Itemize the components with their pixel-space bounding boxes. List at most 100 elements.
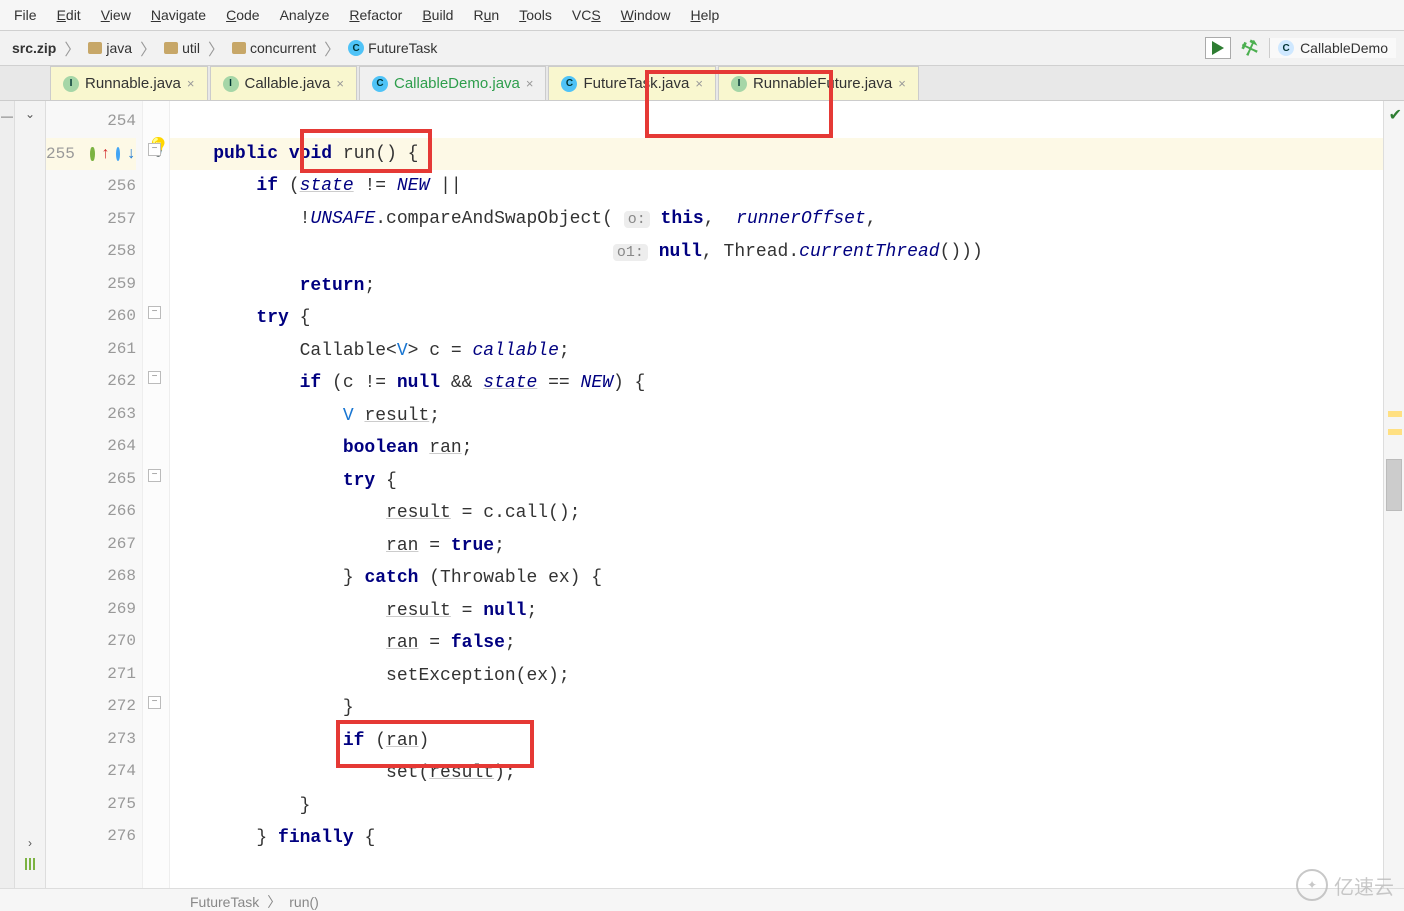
line-number[interactable]: 271 bbox=[46, 658, 136, 691]
fold-toggle[interactable]: − bbox=[148, 143, 161, 156]
menu-vcs[interactable]: VCS bbox=[564, 4, 609, 26]
structure-icon[interactable] bbox=[25, 858, 35, 870]
fold-toggle[interactable]: − bbox=[148, 696, 161, 709]
arrow-up-icon: ↑ bbox=[101, 138, 111, 171]
line-number[interactable]: 270 bbox=[46, 625, 136, 658]
line-number-gutter: 254255 ↑↓2562572582592602612622632642652… bbox=[46, 101, 143, 888]
tab-runnablefuture[interactable]: I RunnableFuture.java × bbox=[718, 66, 919, 100]
crumb-java[interactable]: java bbox=[84, 38, 136, 58]
play-icon bbox=[1212, 41, 1224, 55]
line-number[interactable]: 260 bbox=[46, 300, 136, 333]
close-icon[interactable]: × bbox=[336, 76, 344, 91]
breadcrumbs: src.zip 〉 java 〉 util 〉 concurrent 〉 C F… bbox=[8, 36, 441, 60]
right-marker-bar[interactable]: ✔ bbox=[1383, 101, 1404, 888]
line-number[interactable]: 276 bbox=[46, 820, 136, 853]
nav-bar: src.zip 〉 java 〉 util 〉 concurrent 〉 C F… bbox=[0, 31, 1404, 66]
tab-callabledemo[interactable]: C CallableDemo.java × bbox=[359, 66, 547, 100]
code-editor[interactable]: public void run() { if (state != NEW || … bbox=[170, 101, 1404, 888]
folder-icon bbox=[164, 42, 178, 54]
line-number[interactable]: 267 bbox=[46, 528, 136, 561]
line-number[interactable]: 269 bbox=[46, 593, 136, 626]
chevron-right-icon: 〉 bbox=[322, 36, 342, 60]
line-number[interactable]: 272 bbox=[46, 690, 136, 723]
editor-tabs: I Runnable.java × I Callable.java × C Ca… bbox=[0, 66, 1404, 101]
code-area[interactable]: public void run() { if (state != NEW || … bbox=[170, 101, 1404, 888]
globe-icon: ✦ bbox=[1296, 869, 1328, 901]
crumb-futuretask[interactable]: C FutureTask bbox=[344, 38, 441, 58]
crumb-util[interactable]: util bbox=[160, 38, 204, 58]
menu-code[interactable]: Code bbox=[218, 4, 267, 26]
class-icon: C bbox=[1278, 40, 1294, 56]
line-number[interactable]: 266 bbox=[46, 495, 136, 528]
warning-marker[interactable] bbox=[1388, 429, 1402, 435]
crumb-srczip[interactable]: src.zip bbox=[8, 38, 60, 58]
menu-build[interactable]: Build bbox=[414, 4, 461, 26]
line-number[interactable]: 265 bbox=[46, 463, 136, 496]
line-number[interactable]: 273 bbox=[46, 723, 136, 756]
active-line[interactable]: public void run() { bbox=[170, 138, 1404, 171]
chevron-right-icon: 〉 bbox=[138, 36, 158, 60]
build-icon[interactable]: ⚒ bbox=[1237, 33, 1262, 63]
fold-toggle[interactable]: − bbox=[148, 469, 161, 482]
implements-icon[interactable] bbox=[116, 147, 120, 161]
line-number[interactable]: 264 bbox=[46, 430, 136, 463]
warning-marker[interactable] bbox=[1388, 411, 1402, 417]
menu-tools[interactable]: Tools bbox=[511, 4, 560, 26]
menu-view[interactable]: View bbox=[93, 4, 139, 26]
status-crumb-class[interactable]: FutureTask bbox=[190, 894, 259, 910]
watermark: ✦ 亿速云 bbox=[1296, 869, 1394, 901]
class-icon: C bbox=[561, 76, 577, 92]
menu-window[interactable]: Window bbox=[613, 4, 679, 26]
line-number[interactable]: 274 bbox=[46, 755, 136, 788]
line-number[interactable]: 275 bbox=[46, 788, 136, 821]
fold-gutter: 💡 − − − − − bbox=[143, 101, 170, 888]
interface-icon: I bbox=[731, 76, 747, 92]
check-icon: ✔ bbox=[1389, 105, 1402, 125]
fold-toggle[interactable]: − bbox=[148, 306, 161, 319]
caret-down-icon[interactable]: ⌄ bbox=[25, 107, 35, 121]
tab-label: FutureTask.java bbox=[583, 75, 689, 92]
menu-bar: File Edit View Navigate Code Analyze Ref… bbox=[0, 0, 1404, 31]
menu-refactor[interactable]: Refactor bbox=[341, 4, 410, 26]
menu-navigate[interactable]: Navigate bbox=[143, 4, 214, 26]
chevron-right-icon: 〉 bbox=[62, 36, 82, 60]
crumb-concurrent[interactable]: concurrent bbox=[228, 38, 320, 58]
menu-run[interactable]: Run bbox=[465, 4, 507, 26]
override-icon[interactable] bbox=[90, 147, 94, 161]
fold-toggle[interactable]: − bbox=[148, 371, 161, 384]
scroll-thumb[interactable] bbox=[1386, 459, 1402, 511]
right-file-selector[interactable]: C CallableDemo bbox=[1269, 38, 1396, 58]
run-button[interactable] bbox=[1205, 37, 1231, 59]
status-bar: FutureTask 〉 run() bbox=[0, 888, 1404, 911]
tab-runnable[interactable]: I Runnable.java × bbox=[50, 66, 208, 100]
line-number[interactable]: 268 bbox=[46, 560, 136, 593]
interface-icon: I bbox=[63, 76, 79, 92]
tab-label: Callable.java bbox=[245, 75, 331, 92]
tab-futuretask[interactable]: C FutureTask.java × bbox=[548, 66, 715, 100]
status-crumb-method[interactable]: run() bbox=[289, 894, 319, 910]
tab-label: RunnableFuture.java bbox=[753, 75, 892, 92]
menu-edit[interactable]: Edit bbox=[49, 4, 89, 26]
line-number[interactable]: 254 bbox=[46, 105, 136, 138]
line-number[interactable]: 261 bbox=[46, 333, 136, 366]
line-number[interactable]: 259 bbox=[46, 268, 136, 301]
nav-toolbar: ⚒ C CallableDemo bbox=[1205, 36, 1396, 61]
line-number[interactable]: 255 ↑↓ bbox=[46, 138, 136, 171]
line-number[interactable]: 263 bbox=[46, 398, 136, 431]
menu-analyze[interactable]: Analyze bbox=[272, 4, 338, 26]
line-number[interactable]: 257 bbox=[46, 203, 136, 236]
close-icon[interactable]: × bbox=[526, 76, 534, 91]
close-icon[interactable]: × bbox=[187, 76, 195, 91]
close-icon[interactable]: × bbox=[695, 76, 703, 91]
editor-main: — ⌄ › 254255 ↑↓2562572582592602612622632… bbox=[0, 101, 1404, 888]
caret-right-icon[interactable]: › bbox=[28, 836, 32, 850]
line-number[interactable]: 256 bbox=[46, 170, 136, 203]
tab-callable[interactable]: I Callable.java × bbox=[210, 66, 357, 100]
line-number[interactable]: 262 bbox=[46, 365, 136, 398]
tab-label: Runnable.java bbox=[85, 75, 181, 92]
collapse-icon[interactable]: — bbox=[1, 109, 13, 123]
close-icon[interactable]: × bbox=[898, 76, 906, 91]
line-number[interactable]: 258 bbox=[46, 235, 136, 268]
menu-help[interactable]: Help bbox=[682, 4, 727, 26]
menu-file[interactable]: File bbox=[6, 4, 45, 26]
